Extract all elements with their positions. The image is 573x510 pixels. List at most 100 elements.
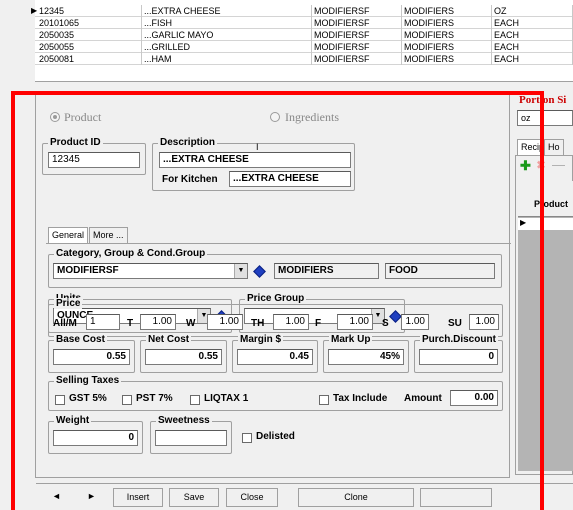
all-m-input[interactable]: 1 <box>86 314 120 330</box>
recipe-grid-row[interactable]: ▶ <box>518 218 573 230</box>
product-radio[interactable] <box>50 112 60 122</box>
description-input[interactable]: ...EXTRA CHEESE <box>159 152 351 168</box>
insert-button[interactable]: Insert <box>113 488 163 507</box>
save-button[interactable]: Save <box>169 488 219 507</box>
table-cell-id: 2050081 <box>37 53 142 65</box>
table-cell-id: 2050055 <box>37 41 142 53</box>
product-id-input[interactable]: 12345 <box>48 152 140 168</box>
close-button[interactable]: Close <box>226 488 278 507</box>
delisted-label[interactable]: Delisted <box>256 431 295 442</box>
prev-record-icon[interactable]: ◄ <box>52 491 61 501</box>
price-0-label: T <box>127 318 134 329</box>
row-pointer-icon: ▶ <box>520 218 527 227</box>
tax-include-label[interactable]: Tax Include <box>333 393 387 404</box>
recipe-grid[interactable]: Product ▶ <box>518 181 573 471</box>
base-cost-label: Base Cost <box>54 334 107 345</box>
gst-label[interactable]: GST 5% <box>69 393 107 404</box>
tax-include-checkbox[interactable] <box>319 395 329 405</box>
table-cell-c2: MODIFIERS <box>402 29 492 41</box>
margin-label: Margin $ <box>238 334 284 345</box>
plus-icon[interactable]: ✚ <box>520 158 531 174</box>
table-cell-desc: ...GARLIC MAYO <box>142 29 312 41</box>
price-1-input[interactable]: 1.00 <box>207 314 243 330</box>
markup-input[interactable]: 45% <box>328 349 404 365</box>
price-group-label: Price Group <box>245 293 307 304</box>
tab-general[interactable]: General <box>48 227 89 243</box>
liqtax-checkbox[interactable] <box>190 395 200 405</box>
group-field: MODIFIERS <box>274 263 379 279</box>
price-0-input[interactable]: 1.00 <box>140 314 176 330</box>
description-label: Description <box>158 137 218 148</box>
next-record-icon[interactable]: ► <box>87 491 96 501</box>
tab-ho[interactable]: Ho <box>544 139 564 155</box>
tab-more[interactable]: More ... <box>89 227 128 243</box>
table-cell-desc: ...GRILLED <box>142 41 312 53</box>
table-cell-desc: ...HAM <box>142 53 312 65</box>
price-3-label: F <box>315 318 322 329</box>
pst-label[interactable]: PST 7% <box>136 393 173 404</box>
portion-size-title: Portion Si <box>519 94 567 106</box>
liqtax-label[interactable]: LIQTAX 1 <box>204 393 248 404</box>
table-cell-c1: MODIFIERSF <box>312 17 402 29</box>
sweetness-input[interactable] <box>155 430 227 446</box>
table-cell-c2: MODIFIERS <box>402 53 492 65</box>
weight-label: Weight <box>54 415 92 426</box>
text-cursor: I <box>256 142 259 152</box>
gst-checkbox[interactable] <box>55 395 65 405</box>
table-cell-c3: EACH <box>492 53 573 65</box>
toolbar-blank-button[interactable] <box>420 488 492 507</box>
ingredients-radio-label[interactable]: Ingredients <box>285 110 339 125</box>
table-cell-c3: EACH <box>492 41 573 53</box>
product-column-header[interactable]: Product <box>534 199 568 209</box>
table-row[interactable]: 2050081 ...HAM MODIFIERSF MODIFIERS EACH <box>35 53 573 65</box>
for-kitchen-label: For Kitchen <box>162 174 218 185</box>
price-4-input[interactable]: 1.00 <box>401 314 429 330</box>
table-cell-c3: OZ <box>492 5 573 17</box>
table-cell-c3: EACH <box>492 17 573 29</box>
clone-button[interactable]: Clone <box>298 488 414 507</box>
table-row[interactable]: 2050055 ...GRILLED MODIFIERSF MODIFIERS EACH <box>35 41 573 53</box>
pst-checkbox[interactable] <box>122 395 132 405</box>
all-m-label: All/M <box>53 318 77 329</box>
price-2-label: TH <box>251 318 265 329</box>
table-cell-c3: EACH <box>492 29 573 41</box>
price-5-input[interactable]: 1.00 <box>469 314 499 330</box>
table-row[interactable]: 2050035 ...GARLIC MAYO MODIFIERSF MODIFIERS… <box>35 29 573 41</box>
price-3-input[interactable]: 1.00 <box>337 314 373 330</box>
product-id-label: Product ID <box>48 137 103 148</box>
delisted-checkbox[interactable] <box>242 433 252 443</box>
net-cost-label: Net Cost <box>146 334 192 345</box>
table-row[interactable]: ▶ 12345 ...EXTRA CHEESE MODIFIERSF MODIFIERS… <box>31 5 573 17</box>
net-cost-input[interactable]: 0.55 <box>145 349 222 365</box>
purch-discount-input[interactable]: 0 <box>419 349 498 365</box>
portion-unit-input[interactable]: oz <box>517 110 573 126</box>
markup-label: Mark Up <box>329 334 373 345</box>
delete-icon[interactable]: ✖ <box>536 158 546 172</box>
category-select[interactable]: MODIFIERSF <box>53 263 248 279</box>
table-cell-c2: MODIFIERS <box>402 5 492 17</box>
table-cell-id: 12345 <box>37 5 142 17</box>
recipe-area: ✚ ✖ — Product ▶ <box>515 155 573 475</box>
table-cell-desc: ...FISH <box>142 17 312 29</box>
price-2-input[interactable]: 1.00 <box>273 314 309 330</box>
tax-amount-input[interactable]: 0.00 <box>450 390 498 406</box>
minus-icon[interactable]: — <box>552 157 565 172</box>
cond-group-field: FOOD <box>385 263 495 279</box>
ingredients-radio[interactable] <box>270 112 280 122</box>
product-radio-label[interactable]: Product <box>64 110 101 125</box>
table-cell-c1: MODIFIERSF <box>312 29 402 41</box>
product-form: Product Ingredients Product ID 12345 Des… <box>35 93 511 478</box>
tab-divider <box>46 243 511 244</box>
table-row[interactable]: 20101065 ...FISH MODIFIERSF MODIFIERS EACH <box>35 17 573 29</box>
price-1-label: W <box>186 318 196 329</box>
bottom-toolbar: ◄ ► Insert Save Close Clone <box>36 483 573 510</box>
purch-discount-label: Purch.Discount <box>420 334 498 345</box>
price-label: Price <box>54 298 83 309</box>
margin-input: 0.45 <box>237 349 313 365</box>
weight-input[interactable]: 0 <box>53 430 138 446</box>
base-cost-input[interactable]: 0.55 <box>53 349 130 365</box>
table-cell-c1: MODIFIERSF <box>312 5 402 17</box>
chevron-down-icon[interactable]: ▼ <box>234 264 247 278</box>
product-grid[interactable]: ▶ 12345 ...EXTRA CHEESE MODIFIERSF MODIFIERS… <box>31 0 573 82</box>
for-kitchen-input[interactable]: ...EXTRA CHEESE <box>229 171 351 187</box>
